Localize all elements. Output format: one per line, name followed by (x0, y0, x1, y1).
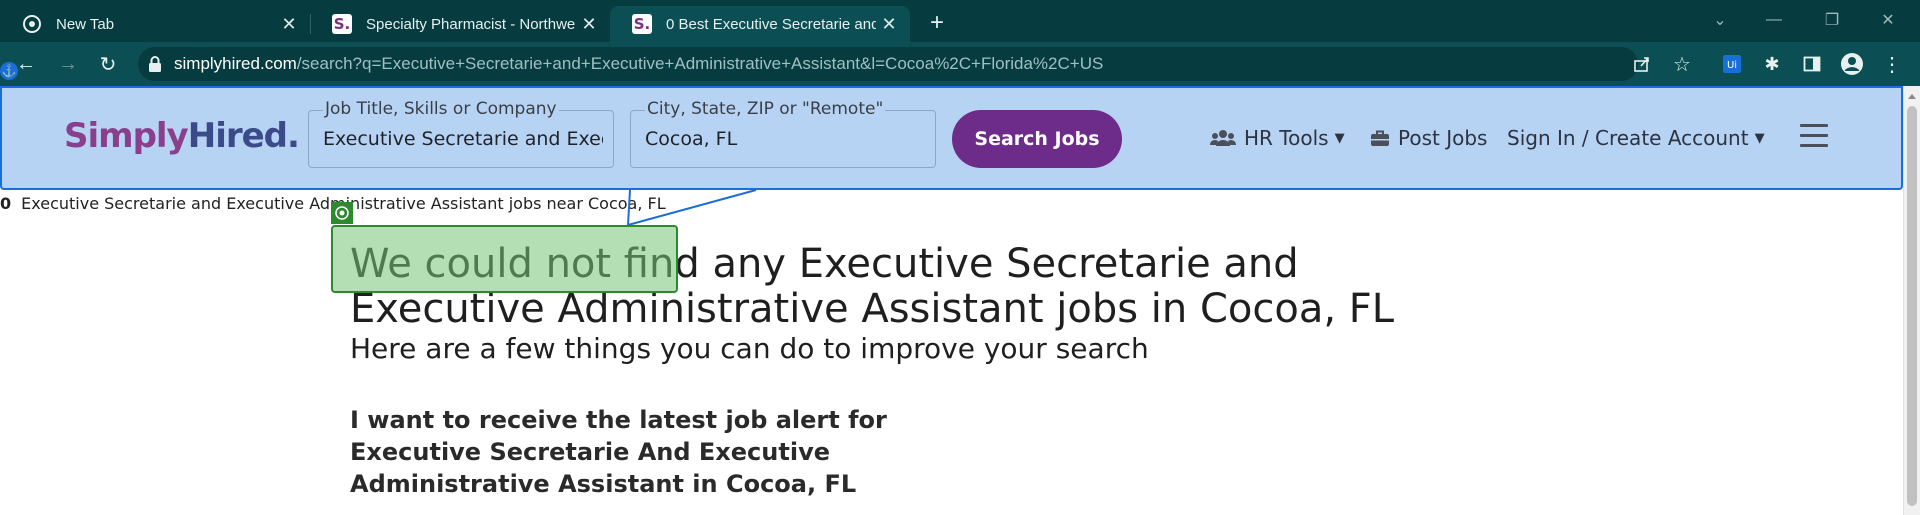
restore-icon[interactable]: ❐ (1812, 4, 1852, 36)
tab-title: New Tab (56, 15, 115, 33)
tab-executive-secretarie[interactable]: S. 0 Best Executive Secretarie and Ex ✕ (610, 6, 910, 42)
minimize-icon[interactable]: — (1754, 4, 1794, 36)
scroll-thumb[interactable] (1907, 106, 1917, 506)
post-jobs-link[interactable]: Post Jobs (1370, 126, 1487, 150)
chrome-icon (22, 14, 42, 34)
results-count: 0 (0, 194, 12, 213)
chevron-down-icon: ▼ (1334, 130, 1345, 146)
url-text: simplyhired.com/search?q=Executive+Secre… (174, 54, 1104, 73)
share-icon[interactable] (1628, 50, 1656, 78)
location-label: City, State, ZIP or "Remote" (645, 99, 886, 119)
tab-specialty-pharmacist[interactable]: S. Specialty Pharmacist - Northwell ✕ (310, 6, 610, 42)
menu-kebab-icon[interactable]: ⋮ (1878, 50, 1906, 78)
scroll-up-icon[interactable] (1908, 94, 1916, 99)
simplyhired-icon: S. (632, 14, 652, 34)
address-bar[interactable]: simplyhired.com/search?q=Executive+Secre… (138, 47, 1638, 81)
hr-tools-label: HR Tools (1244, 126, 1329, 150)
bookmark-star-icon[interactable]: ☆ (1668, 50, 1696, 78)
puzzle-icon[interactable]: ✱ (1758, 50, 1786, 78)
search-jobs-button[interactable]: Search Jobs (952, 110, 1122, 168)
forward-icon[interactable]: → (54, 50, 82, 78)
reload-icon[interactable]: ↻ (94, 50, 122, 78)
extension-ui-icon[interactable]: Ui (1718, 50, 1746, 78)
browser-tab-strip: New Tab ✕ S. Specialty Pharmacist - Nort… (0, 0, 1920, 42)
close-tab-icon[interactable]: ✕ (876, 11, 902, 37)
job-alert-text: I want to receive the latest job alert f… (350, 406, 887, 498)
close-tab-icon[interactable]: ✕ (576, 11, 602, 37)
tab-title: 0 Best Executive Secretarie and Ex (666, 15, 876, 33)
hr-tools-menu[interactable]: HR Tools ▼ (1210, 126, 1345, 150)
site-header: SimplyHired. Job Title, Skills or Compan… (0, 86, 1903, 190)
side-panel-icon[interactable] (1798, 50, 1826, 78)
close-window-icon[interactable]: ✕ (1868, 4, 1908, 36)
job-title-input[interactable]: Executive Secretarie and Executive Admin… (323, 128, 603, 150)
simplyhired-logo[interactable]: SimplyHired. (64, 116, 300, 156)
target-icon (331, 202, 353, 224)
hamburger-menu-icon[interactable] (1800, 124, 1828, 148)
close-tab-icon[interactable]: ✕ (276, 11, 302, 37)
new-tab-button[interactable]: + (922, 8, 952, 38)
users-icon (1210, 129, 1236, 147)
tab-title: Specialty Pharmacist - Northwell (366, 15, 576, 33)
simplyhired-icon: S. (332, 14, 352, 34)
browser-toolbar: ← → ↻ simplyhired.com/search?q=Executive… (0, 42, 1920, 86)
chevron-down-icon: ▼ (1754, 130, 1765, 146)
location-field[interactable]: City, State, ZIP or "Remote" Cocoa, FL (630, 99, 936, 168)
briefcase-icon (1370, 129, 1390, 147)
svg-text:Ui: Ui (1727, 60, 1737, 71)
no-results-subline: Here are a few things you can do to impr… (350, 332, 1149, 365)
job-title-label: Job Title, Skills or Company (323, 99, 559, 119)
job-title-field[interactable]: Job Title, Skills or Company Executive S… (308, 99, 614, 168)
sign-in-menu[interactable]: Sign In / Create Account ▼ (1507, 126, 1765, 150)
profile-icon[interactable] (1838, 50, 1866, 78)
tab-new-tab[interactable]: New Tab ✕ (0, 6, 311, 42)
location-input[interactable]: Cocoa, FL (645, 128, 925, 150)
tab-search-icon[interactable]: ⌄ (1700, 4, 1740, 36)
sign-in-label: Sign In / Create Account (1507, 126, 1749, 150)
lock-icon (148, 56, 162, 72)
highlight-box (331, 225, 678, 293)
anchor-icon: ⚓ (0, 62, 18, 80)
page-scrollbar[interactable] (1903, 86, 1920, 515)
post-jobs-label: Post Jobs (1398, 126, 1488, 150)
